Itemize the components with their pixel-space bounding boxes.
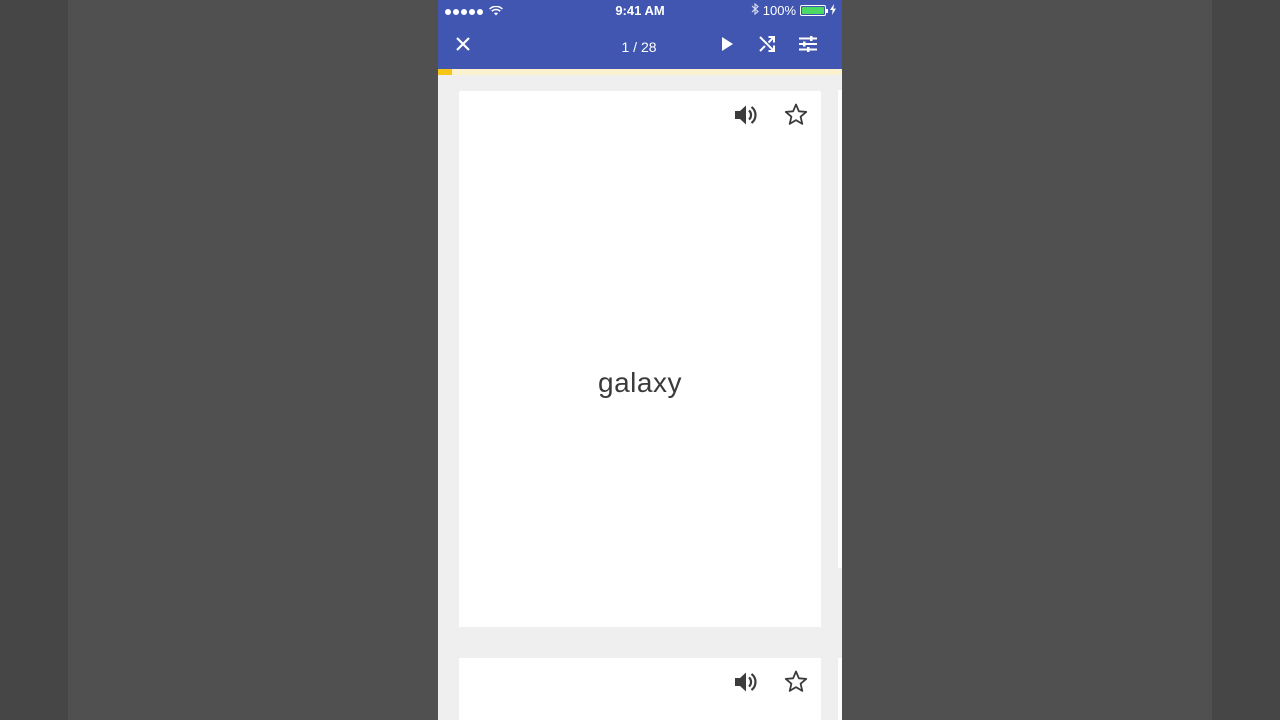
charging-icon <box>830 3 836 18</box>
speaker-icon <box>735 104 759 131</box>
study-toolbar: 1 / 28 <box>438 22 842 69</box>
play-icon <box>721 36 733 56</box>
adjacent-card-edge <box>838 90 842 568</box>
shuffle-button[interactable] <box>753 32 781 60</box>
star-button[interactable] <box>783 670 809 698</box>
app-header: 9:41 AM 100% 1 / 28 <box>438 0 842 69</box>
audio-button[interactable] <box>734 104 760 130</box>
close-button[interactable] <box>449 32 477 60</box>
star-button[interactable] <box>783 103 809 131</box>
star-outline-icon <box>784 103 808 131</box>
left-letterbox <box>0 0 68 720</box>
play-button[interactable] <box>713 32 741 60</box>
settings-button[interactable] <box>794 32 822 60</box>
flashcard[interactable]: galaxy <box>459 91 821 627</box>
shuffle-icon <box>758 35 776 58</box>
flashcard-next[interactable] <box>459 658 821 720</box>
speaker-icon <box>735 671 759 698</box>
card-counter: 1 / 28 <box>621 39 657 55</box>
progress-fill <box>438 69 453 75</box>
tune-icon <box>799 35 817 57</box>
bluetooth-icon <box>751 2 759 18</box>
star-outline-icon <box>784 670 808 698</box>
right-letterbox <box>1212 0 1280 720</box>
adjacent-card-edge <box>838 658 842 720</box>
audio-button[interactable] <box>734 671 760 697</box>
progress-bar <box>438 69 842 75</box>
close-icon <box>456 36 470 56</box>
status-bar: 9:41 AM 100% <box>438 0 842 22</box>
battery-percent: 100% <box>762 3 796 18</box>
battery-icon <box>800 5 828 16</box>
phone-screen: 9:41 AM 100% 1 / 28 galaxy <box>438 0 842 720</box>
card-term: galaxy <box>598 367 682 398</box>
